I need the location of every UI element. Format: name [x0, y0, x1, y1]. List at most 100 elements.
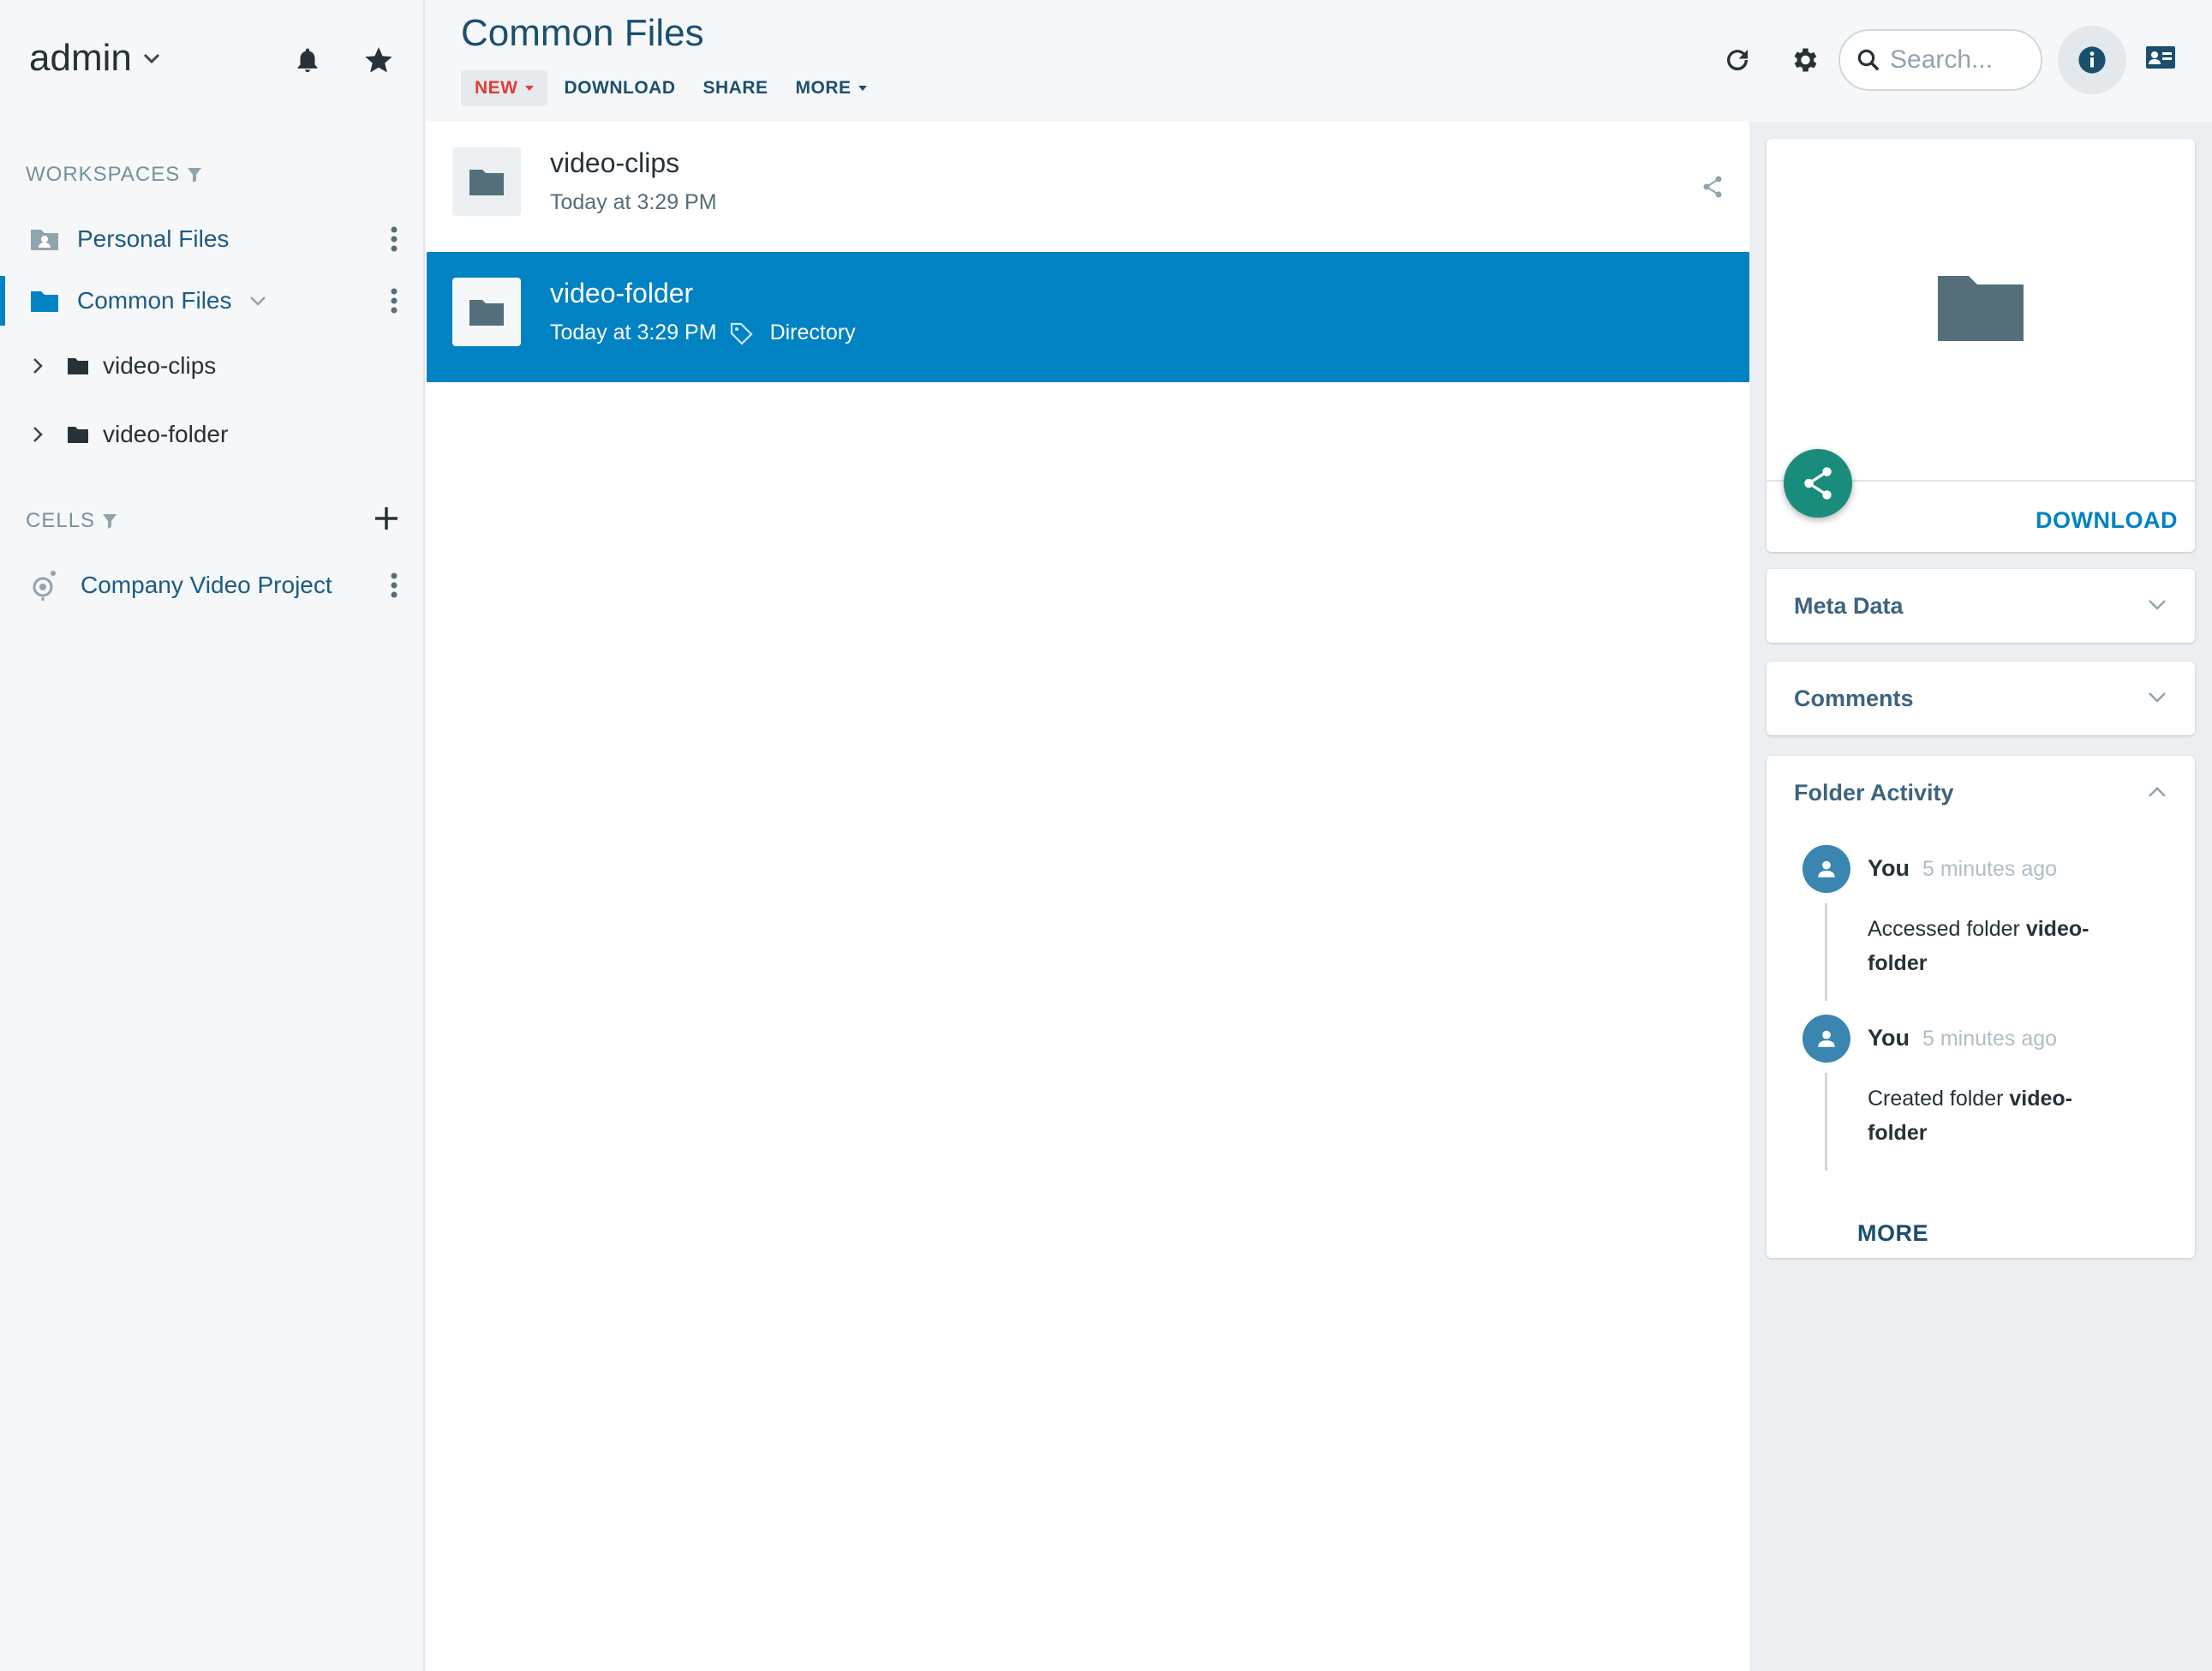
- add-cell-icon[interactable]: [374, 506, 399, 531]
- folder-activity-card: Folder Activity You 5 minutes ago Access…: [1767, 756, 2195, 1258]
- accordion-title: Meta Data: [1794, 593, 1904, 619]
- folder-icon: [469, 297, 505, 326]
- tag-icon[interactable]: [729, 321, 753, 345]
- caret-down-icon: [524, 86, 534, 91]
- toolbar: NEW DOWNLOAD SHARE MORE: [461, 70, 881, 106]
- folder-icon: [29, 288, 60, 314]
- search-field[interactable]: [1838, 29, 2042, 91]
- share-fab-button[interactable]: [1784, 449, 1852, 518]
- file-row-video-folder[interactable]: video-folder Today at 3:29 PM Directory: [427, 252, 1749, 382]
- timeline-line: [1825, 1073, 1827, 1171]
- search-input[interactable]: [1890, 45, 2018, 75]
- file-row-video-clips[interactable]: video-clips Today at 3:29 PM: [427, 122, 1749, 252]
- folder-icon: [67, 356, 89, 375]
- cell-icon: [29, 568, 60, 602]
- tree-item-video-clips[interactable]: video-clips: [0, 338, 423, 394]
- sidebar-item-label: Company Video Project: [81, 572, 332, 598]
- more-vert-icon[interactable]: [391, 572, 398, 598]
- main-header: Common Files NEW DOWNLOAD SHARE MORE: [427, 0, 2212, 122]
- preview-card: DOWNLOAD: [1767, 139, 2195, 552]
- accordion-title: Comments: [1794, 686, 1914, 711]
- more-button-label: MORE: [795, 78, 852, 98]
- sidebar-item-label: Common Files: [77, 287, 232, 314]
- filter-icon[interactable]: [102, 512, 117, 530]
- new-button-label: NEW: [475, 78, 518, 98]
- more-activity-button[interactable]: MORE: [1857, 1220, 1928, 1247]
- chevron-down-icon: [2147, 598, 2167, 612]
- folder-icon: [469, 167, 505, 196]
- file-name: video-folder: [550, 278, 694, 308]
- file-modified: Today at 3:29 PM: [550, 190, 717, 214]
- file-meta: Today at 3:29 PM: [550, 190, 717, 215]
- tree-item-label: video-clips: [103, 352, 217, 379]
- folder-icon: [67, 425, 89, 444]
- details-panel: DOWNLOAD Meta Data Comments Folder Activ…: [1749, 122, 2212, 1671]
- page-title: Common Files: [461, 12, 704, 54]
- cells-section-title: CELLS: [26, 509, 117, 533]
- file-type: Directory: [769, 320, 856, 344]
- gear-icon[interactable]: [1789, 45, 1820, 75]
- activity-text: Created folder video-folder: [1868, 1081, 2125, 1150]
- active-indicator: [0, 276, 5, 326]
- new-button[interactable]: NEW: [461, 70, 547, 106]
- user-menu[interactable]: admin: [29, 33, 161, 84]
- sidebar-item-personal-files[interactable]: Personal Files: [0, 211, 423, 267]
- contact-card-icon[interactable]: [2145, 45, 2176, 70]
- filter-icon[interactable]: [187, 166, 202, 183]
- share-icon[interactable]: [1701, 175, 1724, 199]
- download-button[interactable]: DOWNLOAD: [551, 70, 690, 106]
- workspaces-title-text: WORKSPACES: [26, 163, 181, 186]
- avatar: [1802, 1015, 1850, 1063]
- file-meta: Today at 3:29 PM Directory: [550, 320, 856, 345]
- star-icon[interactable]: [363, 45, 394, 75]
- chevron-up-icon[interactable]: [2147, 785, 2167, 799]
- tree-item-label: video-folder: [103, 421, 229, 447]
- activity-action: Created folder: [1868, 1087, 2010, 1111]
- person-icon: [1818, 1030, 1835, 1047]
- search-icon: [1856, 47, 1881, 73]
- share-button[interactable]: SHARE: [689, 70, 781, 106]
- activity-text: Accessed folder video-folder: [1868, 912, 2125, 980]
- info-button[interactable]: [2058, 26, 2126, 94]
- sidebar-item-common-files[interactable]: Common Files: [0, 273, 423, 329]
- comments-accordion[interactable]: Comments: [1767, 662, 2195, 735]
- cells-title-text: CELLS: [26, 509, 96, 532]
- file-modified: Today at 3:29 PM: [550, 320, 717, 344]
- file-name: video-clips: [550, 147, 680, 178]
- personal-folder-icon: [29, 226, 60, 252]
- activity-action: Accessed folder: [1868, 917, 2026, 941]
- chevron-right-icon[interactable]: [33, 426, 43, 443]
- person-icon: [1818, 860, 1835, 877]
- more-vert-icon[interactable]: [391, 226, 398, 252]
- folder-icon: [1936, 271, 2025, 343]
- bell-icon[interactable]: [293, 45, 322, 75]
- user-name: admin: [29, 37, 132, 79]
- chevron-down-icon: [2147, 691, 2167, 704]
- preview-area: [1767, 139, 2195, 482]
- refresh-icon[interactable]: [1722, 45, 1753, 75]
- chevron-right-icon[interactable]: [33, 357, 43, 374]
- sidebar-item-label: Personal Files: [77, 225, 230, 252]
- download-link[interactable]: DOWNLOAD: [2036, 507, 2178, 534]
- tree-item-video-folder[interactable]: video-folder: [0, 406, 423, 463]
- more-vert-icon[interactable]: [391, 288, 398, 314]
- chevron-down-icon[interactable]: [248, 295, 267, 307]
- file-thumbnail: [452, 147, 521, 216]
- meta-data-accordion[interactable]: Meta Data: [1767, 569, 2195, 643]
- activity-user: You: [1868, 855, 1910, 881]
- caret-down-icon: [858, 86, 867, 91]
- activity-user: You: [1868, 1025, 1910, 1051]
- file-list: video-clips Today at 3:29 PM video-folde…: [427, 122, 1749, 1671]
- left-sidebar: admin WORKSPACES Personal Files Common F…: [0, 0, 425, 1671]
- activity-time: 5 minutes ago: [1922, 1027, 2058, 1051]
- chevron-down-icon: [142, 52, 161, 64]
- share-icon: [1801, 465, 1835, 501]
- workspaces-section-title: WORKSPACES: [26, 163, 202, 187]
- avatar: [1802, 845, 1850, 893]
- more-button[interactable]: MORE: [782, 70, 881, 106]
- info-icon: [2077, 45, 2107, 75]
- activity-time: 5 minutes ago: [1922, 857, 2058, 881]
- sidebar-item-company-video-project[interactable]: Company Video Project: [0, 557, 423, 614]
- accordion-title[interactable]: Folder Activity: [1794, 780, 1954, 806]
- file-thumbnail: [452, 278, 521, 346]
